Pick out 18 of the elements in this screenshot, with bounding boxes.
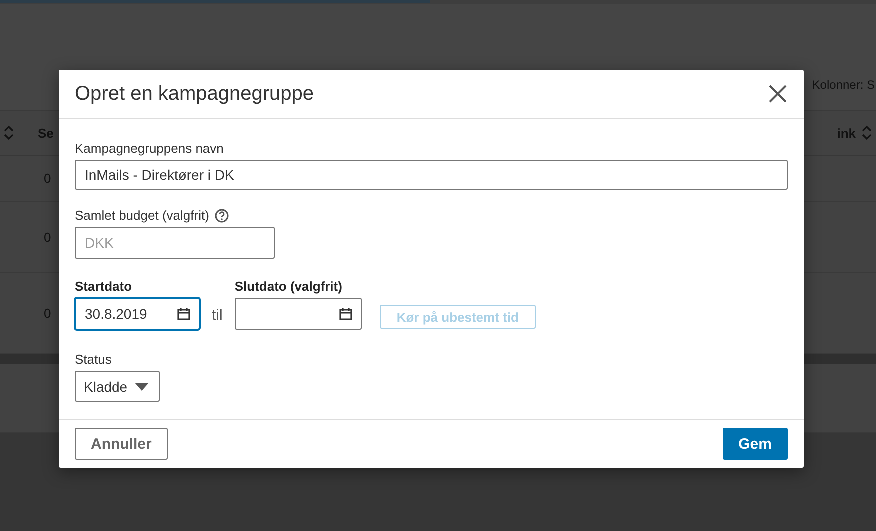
dialog-title: Opret en kampagnegruppe: [75, 82, 314, 106]
caret-icon: [135, 382, 149, 390]
end-date-field[interactable]: [234, 298, 362, 330]
status-dropdown[interactable]: Kladde: [75, 371, 160, 402]
start-date-field[interactable]: 30.8.2019: [75, 298, 200, 330]
range-separator: til: [212, 307, 223, 324]
field-label: Status: [75, 352, 113, 367]
budget-input-field[interactable]: DKK: [75, 227, 275, 259]
name-input-field[interactable]: InMails - Direktører i DK: [75, 160, 788, 190]
calendar-icon[interactable]: [338, 307, 353, 321]
field-label: Kampagnegruppens navn: [75, 141, 225, 156]
calendar-icon[interactable]: [177, 307, 191, 321]
field-label: Startdato: [75, 279, 134, 294]
cancel-button[interactable]: Annuller: [75, 428, 168, 460]
field-label: Slutdato (valgfrit): [234, 279, 344, 294]
help-icon[interactable]: [215, 208, 230, 222]
field-label: Samlet budget (valgfrit): [75, 208, 210, 223]
save-button[interactable]: Gem: [722, 428, 788, 460]
